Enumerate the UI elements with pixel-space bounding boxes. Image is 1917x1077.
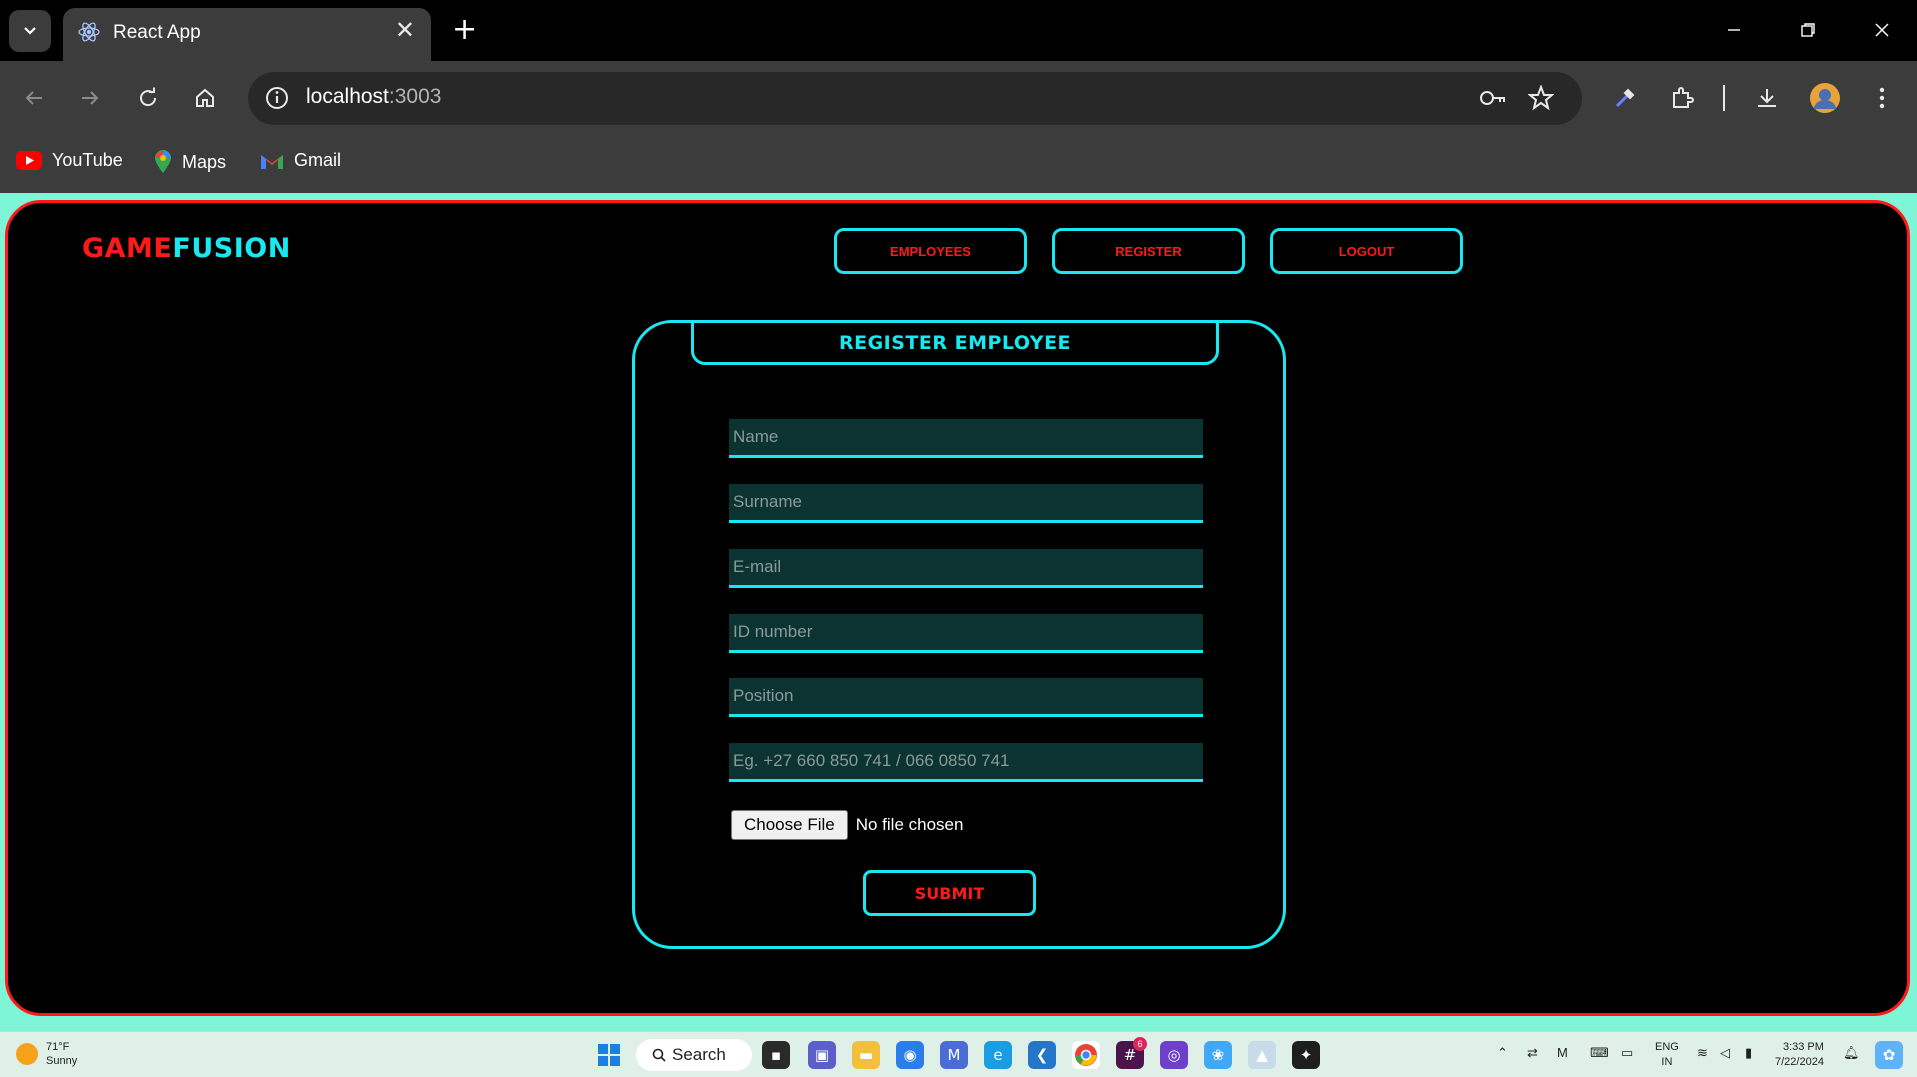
home-button[interactable] (185, 78, 225, 118)
figma-icon[interactable]: ✦ (1292, 1041, 1320, 1069)
password-key-icon[interactable] (1478, 85, 1508, 115)
tab-title: React App (113, 22, 201, 43)
nav-employees-button[interactable]: EMPLOYEES (834, 228, 1027, 274)
bookmark-youtube[interactable]: YouTube (16, 150, 123, 171)
restore-button[interactable] (1778, 8, 1838, 52)
chevron-down-icon (24, 27, 36, 35)
new-tab-button[interactable]: + (452, 12, 477, 47)
chart-app-icon[interactable]: ▲ (1248, 1041, 1276, 1069)
search-icon (652, 1048, 666, 1062)
restore-icon (1801, 23, 1815, 37)
file-explorer-icon[interactable]: ▬ (852, 1041, 880, 1069)
edge-icon[interactable]: e (984, 1041, 1012, 1069)
weather-widget[interactable]: 71°F Sunny (16, 1040, 77, 1068)
maps-pin-icon (155, 150, 171, 173)
profile-avatar[interactable] (1805, 78, 1845, 118)
windows-taskbar: 71°F Sunny Search ▪ ▣ ▬ ◉ M e ❮ # 6 ◎ ❀ … (0, 1031, 1917, 1077)
notification-bell-icon[interactable]: 🔔︎ (1843, 1045, 1860, 1061)
start-button[interactable] (595, 1041, 623, 1069)
surname-input[interactable] (729, 484, 1203, 523)
eyedropper-extension-button[interactable] (1605, 78, 1645, 118)
choose-file-button[interactable]: Choose File (731, 810, 848, 840)
battery-icon[interactable]: ▮ (1745, 1045, 1752, 1061)
page-viewport: GAMEFUSION EMPLOYEES REGISTER LOGOUT REG… (0, 193, 1917, 1031)
name-input[interactable] (729, 419, 1203, 458)
submit-button[interactable]: SUBMIT (863, 870, 1036, 916)
bookmarks-bar: YouTube Maps Gmail (0, 136, 1917, 193)
toolbar-divider (1723, 85, 1725, 111)
back-button[interactable] (14, 78, 54, 118)
position-input[interactable] (729, 678, 1203, 717)
browser-tab-bar: React App ✕ + (0, 0, 1917, 61)
copilot-icon[interactable]: ✿ (1875, 1041, 1903, 1069)
extensions-button[interactable] (1662, 78, 1702, 118)
download-icon (1758, 89, 1776, 107)
language-indicator[interactable]: ENG IN (1655, 1040, 1679, 1070)
bookmark-star-icon[interactable] (1527, 84, 1555, 115)
windows-icon (598, 1044, 620, 1066)
url-text: localhost:3003 (306, 85, 442, 108)
tab-search-button[interactable] (9, 10, 51, 52)
phone-input[interactable] (729, 743, 1203, 782)
eyedropper-icon (1615, 88, 1635, 108)
slack-badge: 6 (1133, 1037, 1147, 1051)
file-status: No file chosen (855, 815, 964, 834)
gmail-icon (261, 154, 283, 169)
messenger-icon[interactable]: ◉ (896, 1041, 924, 1069)
arrow-right-icon (82, 91, 99, 105)
swap-icon[interactable]: ⇄ (1527, 1045, 1538, 1061)
reload-icon (140, 87, 157, 107)
email-input[interactable] (729, 549, 1203, 588)
volume-icon[interactable]: ◁ (1720, 1045, 1730, 1061)
menu-button[interactable] (1862, 78, 1902, 118)
app-icon[interactable]: ❀ (1204, 1041, 1232, 1069)
chevron-up-icon[interactable]: ⌃ (1497, 1045, 1508, 1061)
app-logo[interactable]: GAMEFUSION (82, 233, 291, 264)
task-view-icon[interactable]: ▪ (762, 1041, 790, 1069)
nav-register-button[interactable]: REGISTER (1052, 228, 1245, 274)
close-icon (1875, 23, 1889, 37)
downloads-button[interactable] (1747, 78, 1787, 118)
id-number-input[interactable] (729, 614, 1203, 653)
minimize-icon (1728, 29, 1740, 31)
reload-button[interactable] (128, 78, 168, 118)
puzzle-icon (1673, 87, 1694, 108)
taskbar-search[interactable]: Search (636, 1039, 752, 1071)
bookmark-gmail[interactable]: Gmail (260, 150, 341, 171)
teams-icon[interactable]: ▣ (808, 1041, 836, 1069)
browser-tab[interactable]: React App ✕ (63, 8, 431, 61)
arrow-left-icon (25, 91, 42, 105)
chrome-icon[interactable] (1072, 1041, 1100, 1069)
minimize-button[interactable] (1704, 8, 1764, 52)
app-frame: GAMEFUSION EMPLOYEES REGISTER LOGOUT REG… (5, 200, 1910, 1016)
forward-button[interactable] (70, 78, 110, 118)
form-title: REGISTER EMPLOYEE (691, 320, 1219, 365)
close-window-button[interactable] (1852, 8, 1912, 52)
file-upload: Choose File No file chosen (731, 810, 963, 840)
avatar-icon (1810, 83, 1840, 113)
temperature: 71°F (46, 1041, 70, 1053)
browser-toolbar: localhost:3003 (0, 61, 1917, 136)
address-bar[interactable]: localhost:3003 (248, 72, 1582, 125)
close-tab-icon[interactable]: ✕ (395, 16, 415, 44)
site-info-icon[interactable] (264, 85, 290, 115)
home-icon (196, 88, 214, 107)
wifi-icon[interactable]: ≋ (1697, 1045, 1708, 1061)
register-form: REGISTER EMPLOYEE Choose File No file ch… (632, 320, 1286, 949)
keyboard-icon[interactable]: ⌨ (1590, 1045, 1609, 1061)
gmail-tray-icon[interactable]: M (1557, 1045, 1568, 1060)
weather-condition: Sunny (46, 1055, 78, 1067)
bookmark-maps[interactable]: Maps (154, 150, 226, 174)
sun-icon (16, 1043, 38, 1065)
clock[interactable]: 3:33 PM 7/22/2024 (1775, 1040, 1824, 1070)
drive-icon[interactable]: ▭ (1621, 1045, 1633, 1061)
nav-logout-button[interactable]: LOGOUT (1270, 228, 1463, 274)
react-icon (77, 20, 101, 48)
mail-icon[interactable]: M (940, 1041, 968, 1069)
github-icon[interactable]: ◎ (1160, 1041, 1188, 1069)
vscode-icon[interactable]: ❮ (1028, 1041, 1056, 1069)
more-vertical-icon (1879, 87, 1885, 109)
youtube-icon (16, 151, 42, 170)
